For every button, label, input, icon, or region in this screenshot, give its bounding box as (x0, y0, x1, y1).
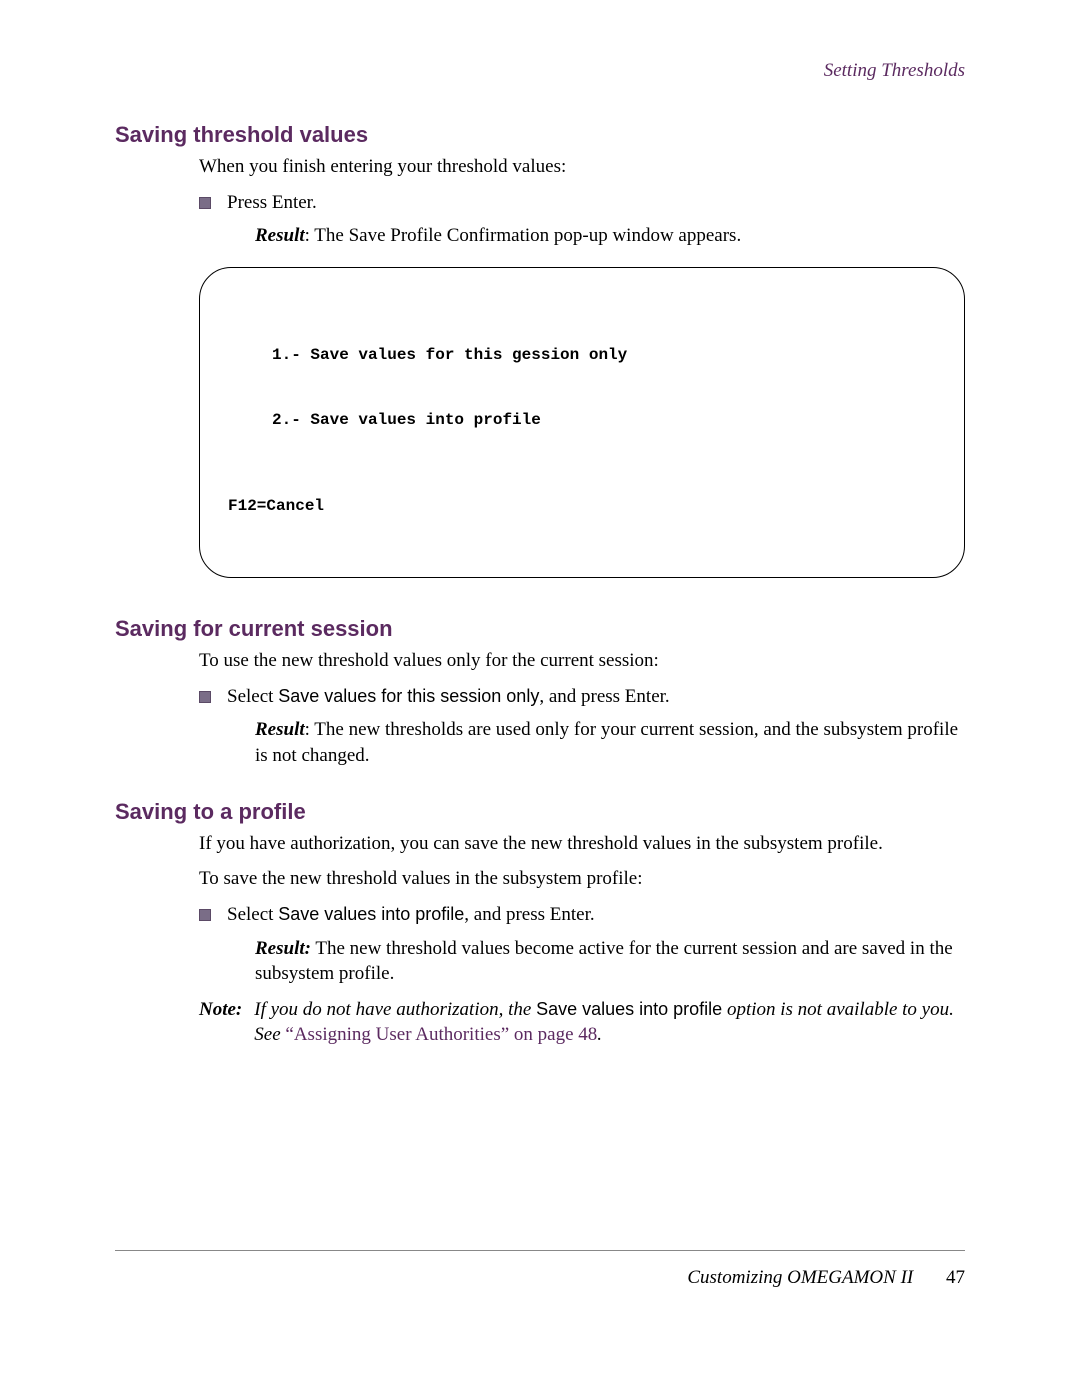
page: Setting Thresholds Saving threshold valu… (0, 0, 1080, 1397)
footer-rule (115, 1250, 965, 1251)
result-text: : The new thresholds are used only for y… (255, 719, 958, 766)
section3-p1: If you have authorization, you can save … (199, 831, 965, 857)
result-line: Result: The new threshold values become … (255, 936, 965, 987)
bullet-text-content: Press Enter. (227, 192, 317, 213)
heading-saving-threshold-values: Saving threshold values (115, 122, 965, 148)
result-text: The new threshold values become active f… (255, 938, 953, 985)
section3-p2: To save the new threshold values in the … (199, 866, 965, 892)
result-line: Result: The Save Profile Confirmation po… (255, 223, 965, 249)
result-label: Result: (255, 938, 311, 959)
result-label: Result (255, 225, 305, 246)
footer: Customizing OMEGAMON II 47 (687, 1267, 965, 1289)
bullet-icon (199, 691, 211, 703)
list-item: Select Save values into profile, and pre… (199, 902, 965, 987)
note-block: Note: If you do not have authorization, … (199, 997, 965, 1048)
terminal-popup: 1.- Save values for this gession only 2.… (199, 267, 965, 578)
section1-intro: When you finish entering your threshold … (199, 154, 965, 180)
note-body: If you do not have authorization, the Sa… (254, 997, 965, 1048)
ui-term-save-session-only: Save values for this session only (278, 686, 539, 706)
footer-page-number: 47 (946, 1267, 965, 1288)
result-line: Result: The new thresholds are used only… (255, 717, 965, 768)
ui-term-save-into-profile: Save values into profile (278, 904, 464, 924)
heading-saving-to-profile: Saving to a profile (115, 799, 965, 825)
result-text: : The Save Profile Confirmation pop-up w… (305, 225, 742, 246)
heading-saving-current-session: Saving for current session (115, 616, 965, 642)
popup-option-2: 2.- Save values into profile (228, 410, 944, 432)
running-header: Setting Thresholds (115, 60, 965, 82)
list-item: Select Save values for this session only… (199, 684, 965, 769)
cross-reference-link[interactable]: “Assigning User Authorities” on page 48 (285, 1024, 597, 1045)
note-post: . (597, 1024, 602, 1045)
bullet-text: Select Save values into profile, and pre… (227, 902, 965, 987)
bullet-post: , and press Enter. (464, 904, 594, 925)
note-pre: If you do not have authorization, the (254, 999, 536, 1020)
result-label: Result (255, 719, 305, 740)
bullet-post: , and press Enter. (539, 686, 669, 707)
bullet-pre: Select (227, 686, 278, 707)
ui-term-save-into-profile-note: Save values into profile (536, 999, 722, 1019)
note-label: Note: (199, 997, 242, 1023)
section2-intro: To use the new threshold values only for… (199, 648, 965, 674)
popup-option-1: 1.- Save values for this gession only (228, 345, 944, 367)
popup-cancel: F12=Cancel (228, 496, 944, 518)
section3-body: If you have authorization, you can save … (199, 831, 965, 1048)
bullet-pre: Select (227, 904, 278, 925)
bullet-text: Press Enter. Result: The Save Profile Co… (227, 190, 965, 249)
bullet-icon (199, 197, 211, 209)
section1-body: When you finish entering your threshold … (199, 154, 965, 249)
section2-body: To use the new threshold values only for… (199, 648, 965, 769)
bullet-icon (199, 909, 211, 921)
footer-chapter-title: Customizing OMEGAMON II (687, 1267, 913, 1288)
list-item: Press Enter. Result: The Save Profile Co… (199, 190, 965, 249)
bullet-text: Select Save values for this session only… (227, 684, 965, 769)
